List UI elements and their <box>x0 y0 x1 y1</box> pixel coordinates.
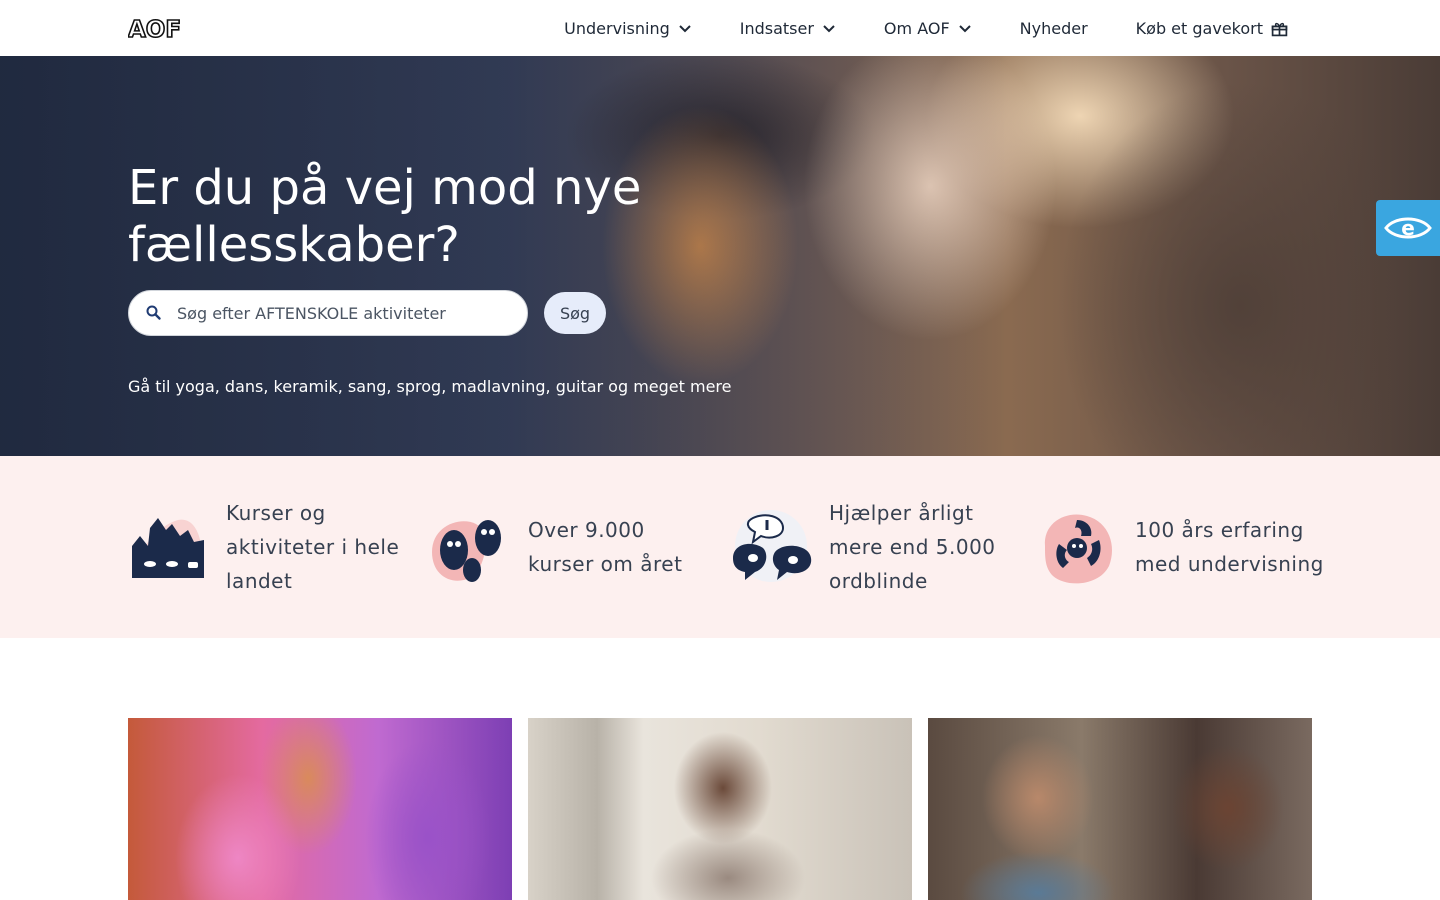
nav-label: Køb et gavekort <box>1135 18 1263 38</box>
nav-indsatser[interactable]: Indsatser <box>740 19 836 38</box>
accessibility-widget-button[interactable]: e <box>1376 200 1440 256</box>
hero-subtitle: Gå til yoga, dans, keramik, sang, sprog,… <box>128 377 732 396</box>
feature-item: Over 9.000 kurser om året <box>430 456 710 638</box>
nav-label: Undervisning <box>564 18 670 38</box>
search-button[interactable]: Søg <box>544 292 606 334</box>
nav-label: Indsatser <box>739 18 814 38</box>
creatures-illustration-icon <box>432 520 501 582</box>
search-icon <box>146 305 161 320</box>
chevron-down-icon <box>679 25 691 33</box>
main-nav: Undervisning Indsatser Om AOF Nyheder Kø… <box>564 0 1288 56</box>
feature-text: Over 9.000 kurser om året <box>528 518 683 576</box>
nav-gift-card[interactable]: Køb et gavekort <box>1136 19 1288 38</box>
feature-text: Hjælper årligt mere end 5.000 ordblinde <box>829 501 996 593</box>
chevron-down-icon <box>958 25 971 33</box>
card-image-students-learning[interactable] <box>928 718 1312 900</box>
circle-figures-illustration-icon <box>1044 514 1113 584</box>
nav-om-aof[interactable]: Om AOF <box>884 19 972 38</box>
search-box[interactable] <box>128 290 528 336</box>
hero-title: Er du på vej mod nye fællesskaber? <box>128 160 642 273</box>
features-strip: Kurser og aktiviteter i hele landet Over… <box>0 456 1440 638</box>
svg-text:AOF: AOF <box>128 17 181 42</box>
card-image-friends-hugging[interactable] <box>128 718 512 900</box>
town-illustration-icon <box>132 518 204 578</box>
site-header: AOF Undervisning Indsatser Om AOF Nyhede… <box>0 0 1440 56</box>
eye-icon: e <box>1384 216 1432 240</box>
speech-bubbles-illustration-icon <box>733 510 812 582</box>
nav-undervisning[interactable]: Undervisning <box>564 19 692 38</box>
aof-logo[interactable]: AOF <box>128 14 184 42</box>
chevron-down-icon <box>823 25 835 33</box>
gift-icon <box>1271 22 1288 36</box>
feature-item: Hjælper årligt mere end 5.000 ordblinde <box>731 456 1021 638</box>
feature-text: Kurser og aktiviteter i hele landet <box>226 501 400 593</box>
feature-item: 100 års erfaring med undervisning <box>1037 456 1327 638</box>
search-input[interactable] <box>177 291 517 335</box>
feature-text: 100 års erfaring med undervisning <box>1135 518 1324 576</box>
nav-nyheder[interactable]: Nyheder <box>1020 19 1088 38</box>
hero-banner: Er du på vej mod nye fællesskaber? Søg G… <box>0 56 1440 456</box>
nav-label: Nyheder <box>1019 18 1088 38</box>
feature-item: Kurser og aktiviteter i hele landet <box>128 456 418 638</box>
svg-text:e: e <box>1401 216 1415 240</box>
card-image-woman-studying[interactable] <box>528 718 912 900</box>
nav-label: Om AOF <box>883 18 950 38</box>
